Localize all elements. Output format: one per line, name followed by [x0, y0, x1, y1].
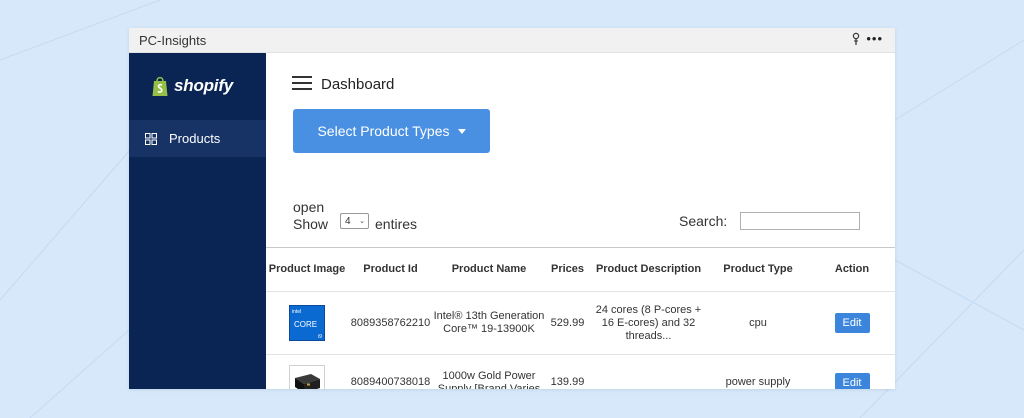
- app-title: PC-Insights: [139, 33, 207, 48]
- shopify-logo[interactable]: shopify: [151, 75, 233, 97]
- sidebar-item-label: Products: [169, 131, 221, 146]
- entries-select-value: 4: [345, 215, 351, 227]
- column-header-name: Product Name: [433, 247, 545, 292]
- edit-button[interactable]: Edit: [834, 372, 870, 389]
- product-type-cell: cpu: [707, 291, 809, 355]
- more-options-icon[interactable]: •••: [866, 31, 883, 47]
- table-row: 8089400738018 1000w Gold Power Supply [B…: [266, 354, 895, 390]
- product-image-cell: [266, 354, 348, 390]
- open-label: open: [293, 199, 325, 215]
- product-type-cell: power supply: [707, 354, 809, 389]
- svg-text:intel: intel: [292, 309, 301, 315]
- product-name-text: Intel® 13th Generation Core™ 19-13900K: [433, 310, 545, 335]
- action-cell: Edit: [809, 354, 895, 389]
- search-input[interactable]: [740, 212, 860, 230]
- column-header-image: Product Image: [266, 247, 348, 292]
- chevron-down-icon: ⌄: [359, 218, 365, 225]
- product-description-cell: [590, 354, 707, 389]
- entries-label: entires: [375, 216, 418, 232]
- product-price-cell: 139.99: [545, 354, 590, 389]
- action-cell: Edit: [809, 291, 895, 355]
- search-label: Search:: [679, 213, 728, 229]
- svg-text:CORE: CORE: [294, 320, 317, 329]
- column-header-id: Product Id: [348, 247, 433, 292]
- main-content: Dashboard Select Product Types open Show…: [266, 53, 895, 389]
- select-product-types-button[interactable]: Select Product Types: [293, 109, 490, 153]
- app-window: PC-Insights ••• shopify Products Dashboa…: [129, 28, 895, 389]
- sidebar-item-products[interactable]: Products: [129, 120, 266, 157]
- product-name-cell: 1000w Gold Power Supply [Brand Varies: [433, 354, 545, 390]
- product-description-cell: 24 cores (8 P-cores + 16 E-cores) and 32…: [590, 291, 707, 355]
- window-controls: •••: [851, 31, 883, 47]
- sidebar: shopify Products: [129, 53, 266, 389]
- show-label: Show: [293, 216, 329, 232]
- products-table: Product Image Product Id Product Name Pr…: [266, 247, 895, 389]
- page-title: Dashboard: [321, 76, 395, 93]
- grid-icon: [145, 132, 157, 145]
- select-product-types-label: Select Product Types: [317, 123, 450, 139]
- product-description-text: 24 cores (8 P-cores + 16 E-cores) and 32…: [595, 303, 702, 342]
- product-name-text: 1000w Gold Power Supply [Brand Varies: [437, 369, 541, 390]
- product-price-cell: 529.99: [545, 291, 590, 355]
- table-row: intel CORE i9 8089358762210 Intel® 13th …: [266, 291, 895, 355]
- column-header-type: Product Type: [707, 247, 809, 292]
- hamburger-menu-icon[interactable]: [292, 75, 312, 91]
- intel-core-i9-image[interactable]: intel CORE i9: [289, 305, 325, 341]
- svg-text:i9: i9: [318, 334, 322, 340]
- column-header-description: Product Description: [590, 247, 707, 292]
- column-header-action: Action: [809, 247, 895, 292]
- product-name-cell: Intel® 13th Generation Core™ 19-13900K: [433, 291, 545, 355]
- pin-icon[interactable]: [851, 32, 861, 46]
- product-id-cell: 8089400738018: [348, 354, 433, 389]
- product-id-cell: 8089358762210: [348, 291, 433, 355]
- title-bar: PC-Insights •••: [129, 28, 895, 53]
- entries-select[interactable]: 4 ⌄: [340, 213, 369, 229]
- product-image-cell: intel CORE i9: [266, 291, 348, 355]
- edit-button[interactable]: Edit: [834, 313, 870, 333]
- caret-down-icon: [457, 128, 466, 134]
- brand-name: shopify: [174, 76, 234, 95]
- power-supply-image[interactable]: [289, 364, 325, 390]
- shopify-bag-icon: [152, 76, 168, 96]
- column-header-price: Prices: [545, 247, 590, 292]
- table-header-row: Product Image Product Id Product Name Pr…: [266, 247, 895, 292]
